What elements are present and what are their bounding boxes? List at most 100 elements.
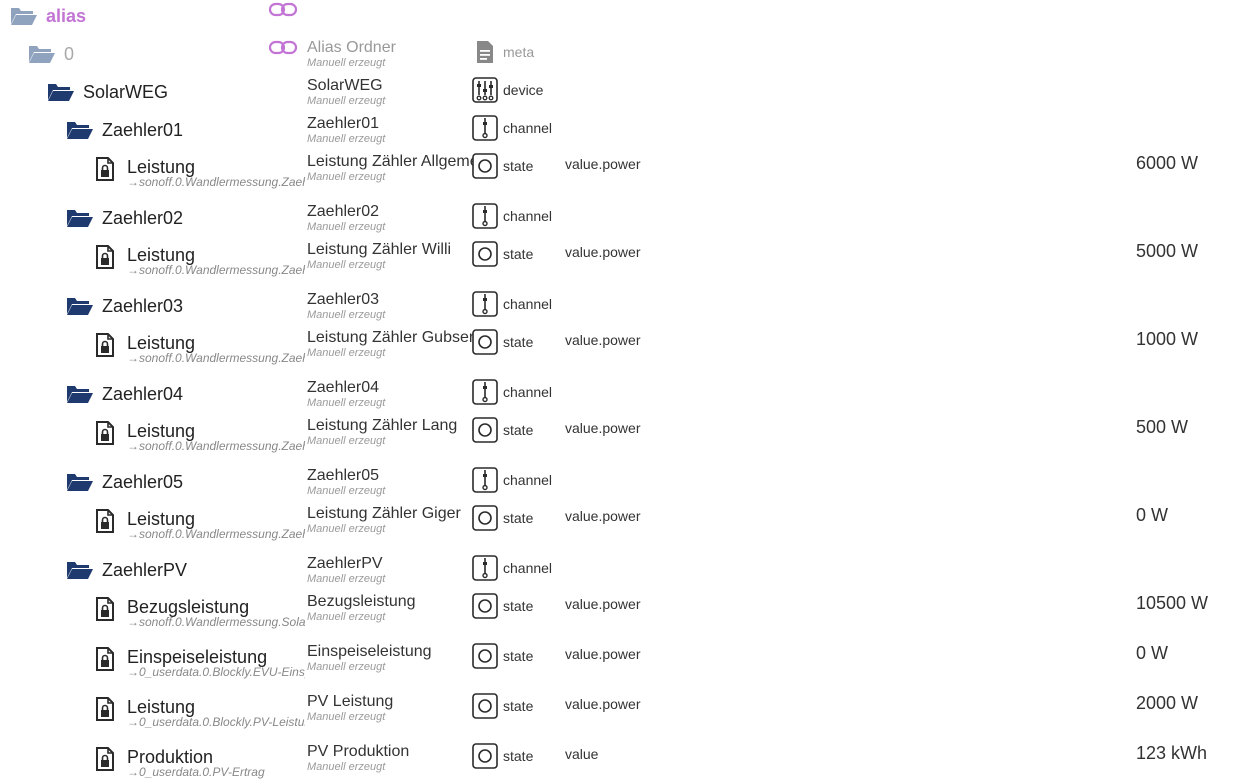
- object-type-cell[interactable]: state: [472, 593, 533, 619]
- file-lock-icon: [91, 244, 119, 270]
- folder-open-icon[interactable]: [66, 295, 94, 317]
- object-role: value.power: [565, 646, 641, 662]
- tree-node[interactable]: Zaehler03: [66, 295, 183, 317]
- folder-open-icon[interactable]: [47, 81, 75, 103]
- tree-node[interactable]: Leistung→sonoff.0.Wandlermessung.Zaehler…: [91, 508, 305, 541]
- object-type-cell[interactable]: device: [472, 77, 543, 103]
- tree-node[interactable]: alias: [10, 5, 86, 27]
- state-icon: [472, 505, 498, 531]
- object-value[interactable]: 5000 W: [1136, 241, 1198, 262]
- object-type-cell[interactable]: state: [472, 643, 533, 669]
- object-type-label: device: [503, 82, 544, 98]
- object-type-cell[interactable]: state: [472, 693, 533, 719]
- object-name-cell[interactable]: Alias Ordner Manuell erzeugt: [307, 38, 473, 70]
- object-description: Manuell erzeugt: [307, 485, 386, 497]
- object-name-cell[interactable]: Leistung Zähler Allgemein Manuell erzeugt: [307, 152, 473, 184]
- object-value[interactable]: 1000 W: [1136, 329, 1198, 350]
- object-type-label: meta: [503, 44, 535, 60]
- object-type-label: state: [503, 422, 534, 438]
- object-description: Manuell erzeugt: [307, 397, 386, 409]
- object-type-cell[interactable]: channel: [472, 115, 552, 141]
- object-value[interactable]: 10500 W: [1136, 593, 1208, 614]
- object-value[interactable]: 123 kWh: [1136, 743, 1207, 764]
- object-name-cell[interactable]: Leistung Zähler Giger Manuell erzeugt: [307, 504, 473, 536]
- object-type-cell[interactable]: channel: [472, 203, 552, 229]
- file-lock-icon: [91, 332, 119, 358]
- tree-node[interactable]: Leistung→sonoff.0.Wandlermessung.Zaehler…: [91, 244, 305, 277]
- object-name-cell[interactable]: Leistung Zähler Gubser Manuell erzeugt: [307, 328, 473, 360]
- tree-node[interactable]: 0: [28, 43, 74, 65]
- object-type-label: state: [503, 698, 534, 714]
- tree-node[interactable]: Leistung→sonoff.0.Wandlermessung.Zaehler…: [91, 156, 305, 189]
- object-name-cell[interactable]: Zaehler01 Manuell erzeugt: [307, 114, 473, 146]
- object-value[interactable]: 0 W: [1136, 505, 1168, 526]
- tree-node[interactable]: Leistung→sonoff.0.Wandlermessung.Zaehler…: [91, 420, 305, 453]
- folder-open-icon[interactable]: [66, 471, 94, 493]
- object-description: Manuell erzeugt: [307, 221, 386, 233]
- object-type-cell[interactable]: channel: [472, 291, 552, 317]
- tree-node[interactable]: Bezugsleistung →sonoff.0.Wandlermessung.S…: [91, 596, 305, 629]
- tree-node[interactable]: Zaehler01: [66, 119, 183, 141]
- object-type-cell[interactable]: state: [472, 241, 533, 267]
- object-value[interactable]: 2000 W: [1136, 693, 1198, 714]
- object-type-cell[interactable]: channel: [472, 555, 552, 581]
- object-name-cell[interactable]: Leistung Zähler Lang Manuell erzeugt: [307, 416, 473, 448]
- object-type-label: channel: [503, 472, 553, 488]
- object-role: value.power: [565, 696, 641, 712]
- tree-node[interactable]: Leistung →0_userdata.0.Blockly.PV-Leistun…: [91, 696, 305, 729]
- state-icon: [472, 153, 498, 179]
- object-description: Manuell erzeugt: [307, 347, 386, 359]
- link-icon[interactable]: [268, 1, 298, 24]
- tree-node[interactable]: SolarWEG: [47, 81, 168, 103]
- file-lock-icon: [91, 420, 119, 446]
- object-value[interactable]: 0 W: [1136, 643, 1168, 664]
- tree-node-label: Zaehler03: [102, 296, 184, 316]
- object-type-cell[interactable]: state: [472, 329, 533, 355]
- tree-node[interactable]: Produktion →0_userdata.0.PV-Ertrag: [91, 746, 265, 779]
- folder-open-icon[interactable]: [66, 119, 94, 141]
- object-type-cell[interactable]: state: [472, 505, 533, 531]
- file-lock-icon: [91, 508, 119, 534]
- object-value[interactable]: 500 W: [1136, 417, 1188, 438]
- object-name-cell[interactable]: Leistung Zähler Willi Manuell erzeugt: [307, 240, 473, 272]
- tree-node[interactable]: Einspeiseleistung →0_userdata.0.Blockly.E…: [91, 646, 305, 679]
- object-type-cell[interactable]: state: [472, 743, 533, 769]
- object-type-cell[interactable]: channel: [472, 379, 552, 405]
- object-name-cell[interactable]: Einspeiseleistung Manuell erzeugt: [307, 642, 473, 674]
- object-type-cell[interactable]: channel: [472, 467, 552, 493]
- object-name-cell[interactable]: PV Leistung Manuell erzeugt: [307, 692, 473, 724]
- folder-open-icon[interactable]: [28, 43, 56, 65]
- tree-node-label: ZaehlerPV: [102, 560, 188, 580]
- tree-node[interactable]: Zaehler05: [66, 471, 183, 493]
- folder-open-icon[interactable]: [10, 5, 38, 27]
- object-name: Leistung Zähler Allgemein: [307, 153, 473, 170]
- object-name-cell[interactable]: Zaehler02 Manuell erzeugt: [307, 202, 473, 234]
- object-name-cell[interactable]: ZaehlerPV Manuell erzeugt: [307, 554, 473, 586]
- object-description: Manuell erzeugt: [307, 661, 386, 673]
- object-type-cell[interactable]: state: [472, 153, 533, 179]
- folder-open-icon[interactable]: [66, 559, 94, 581]
- tree-node[interactable]: ZaehlerPV: [66, 559, 187, 581]
- tree-node[interactable]: Zaehler02: [66, 207, 183, 229]
- object-name-cell[interactable]: Zaehler05 Manuell erzeugt: [307, 466, 473, 498]
- object-name-cell[interactable]: PV Produktion Manuell erzeugt: [307, 742, 473, 774]
- object-name-cell[interactable]: Bezugsleistung Manuell erzeugt: [307, 592, 473, 624]
- object-type-cell[interactable]: state: [472, 417, 533, 443]
- object-description: Manuell erzeugt: [307, 573, 386, 585]
- alias-target-path: →sonoff.0.Wandlermessung.SolarWEG: [127, 615, 305, 629]
- object-name-cell[interactable]: SolarWEG Manuell erzeugt: [307, 76, 473, 108]
- object-name: Leistung Zähler Giger: [307, 505, 461, 522]
- folder-open-icon[interactable]: [66, 383, 94, 405]
- file-lock-icon: [91, 696, 119, 722]
- link-icon[interactable]: [268, 39, 298, 62]
- alias-target-path: →sonoff.0.Wandlermessung.Zaehler05: [127, 527, 305, 541]
- folder-open-icon[interactable]: [66, 207, 94, 229]
- object-value[interactable]: 6000 W: [1136, 153, 1198, 174]
- object-type-cell[interactable]: meta: [472, 39, 534, 65]
- tree-node[interactable]: Leistung→sonoff.0.Wandlermessung.Zaehler…: [91, 332, 305, 365]
- object-name: Leistung Zähler Willi: [307, 241, 452, 258]
- object-name-cell[interactable]: Zaehler04 Manuell erzeugt: [307, 378, 473, 410]
- tree-node[interactable]: Zaehler04: [66, 383, 183, 405]
- object-name-cell[interactable]: Zaehler03 Manuell erzeugt: [307, 290, 473, 322]
- file-lock-icon: [91, 746, 119, 772]
